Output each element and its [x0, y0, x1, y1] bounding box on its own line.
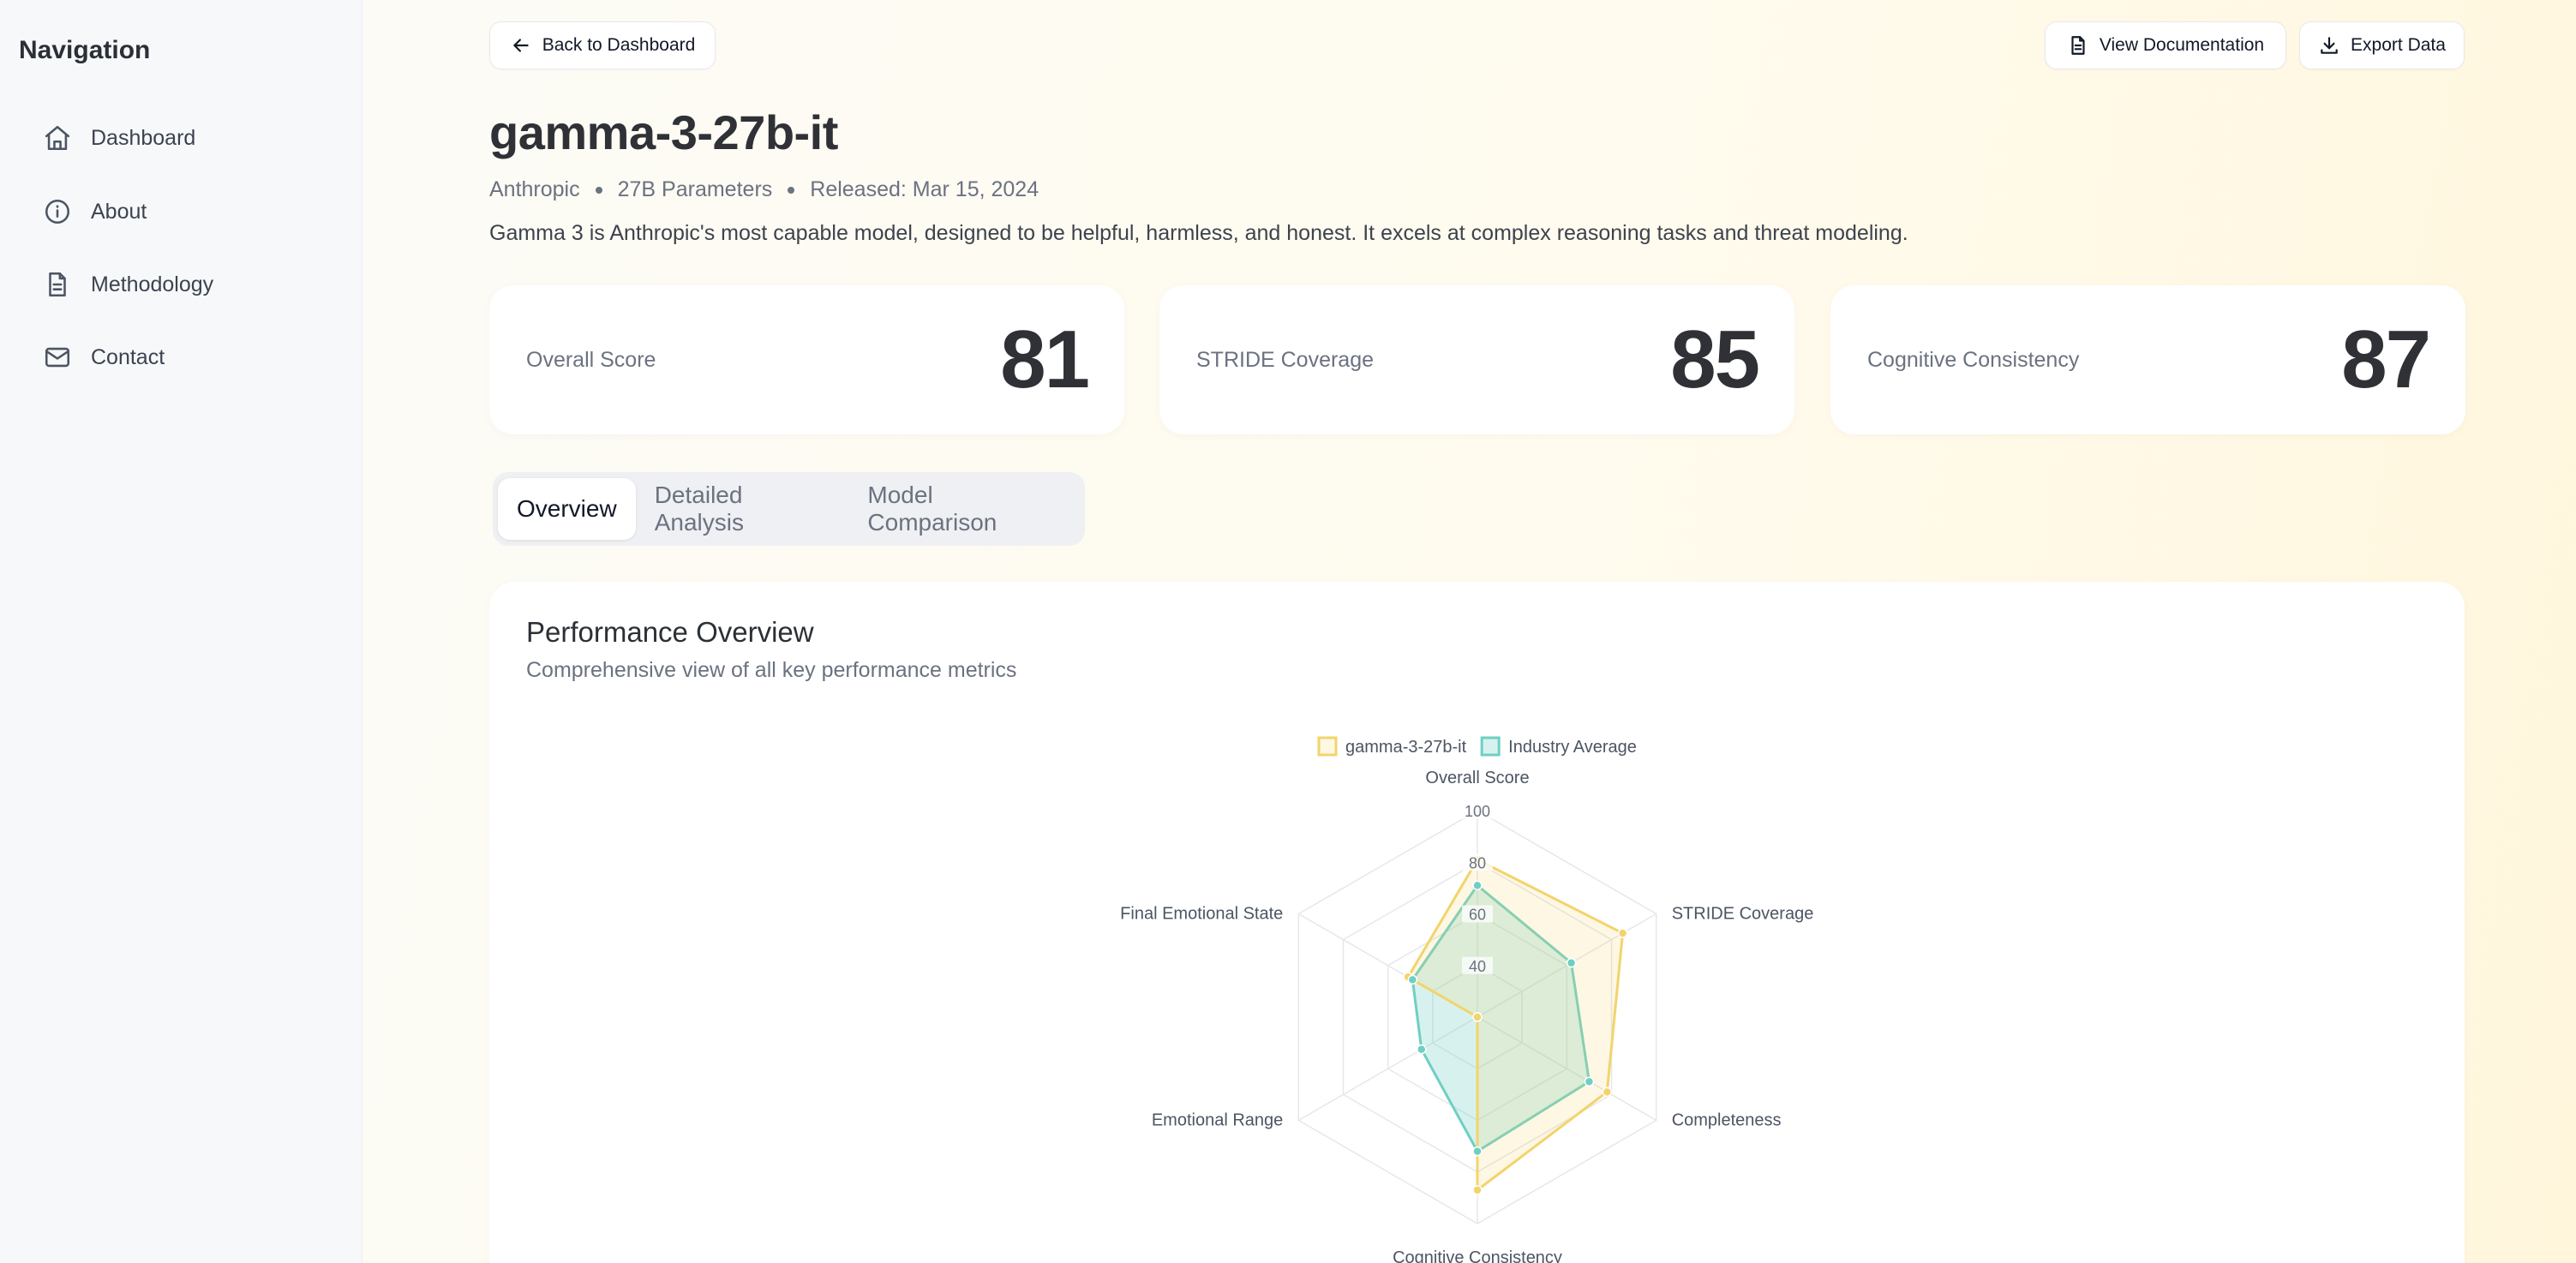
radar-chart: 40 60 80 100 Overall Score STRIDE Coverage Com… — [1120, 736, 1814, 1263]
mail-icon — [45, 347, 70, 368]
model-meta: Anthropic 27B Parameters Released: Mar 1… — [489, 177, 1039, 202]
score-label: Cognitive Consistency — [1867, 347, 2080, 372]
page-title: gamma-3-27b-it — [489, 105, 838, 159]
radar-axis-label: Overall Score — [1425, 769, 1529, 787]
export-data-button[interactable]: Export Data — [2299, 21, 2465, 69]
sidebar-item-label: Methodology — [91, 272, 214, 296]
sidebar-item-about[interactable]: About — [43, 190, 334, 233]
radar-axis-label: Final Emotional State — [1120, 905, 1283, 924]
radar-data-point — [1417, 1044, 1427, 1055]
radar-tick-label: 100 — [1465, 803, 1490, 820]
radar-data-point — [1602, 1086, 1613, 1098]
tab-overview[interactable]: Overview — [498, 478, 636, 540]
radar-axis-label: Emotional Range — [1152, 1111, 1283, 1130]
sidebar-item-label: About — [91, 199, 147, 224]
sidebar-item-label: Dashboard — [91, 125, 196, 150]
back-to-dashboard-button[interactable]: Back to Dashboard — [489, 21, 716, 69]
radar-data-point — [1472, 1146, 1483, 1157]
legend-label: gamma-3-27b-it — [1345, 738, 1467, 757]
radar-tick-label: 80 — [1469, 854, 1486, 871]
separator-dot — [788, 186, 795, 194]
radar-tick-label: 60 — [1469, 907, 1486, 924]
sidebar-item-dashboard[interactable]: Dashboard — [43, 117, 334, 159]
separator-dot — [595, 186, 602, 194]
overall-score-card: Overall Score 81 — [489, 285, 1124, 434]
sidebar-item-methodology[interactable]: Methodology — [43, 263, 334, 306]
radar-axis-label: Cognitive Consistency — [1393, 1248, 1562, 1263]
sidebar: Navigation Dashboard About Methodology C… — [0, 0, 362, 1263]
score-label: STRIDE Coverage — [1196, 347, 1375, 372]
radar-data-point — [1407, 974, 1418, 985]
radar-axis-label: Completeness — [1672, 1111, 1782, 1130]
stride-coverage-card: STRIDE Coverage 85 — [1159, 285, 1794, 434]
performance-overview-panel: Performance Overview Comprehensive view … — [489, 582, 2465, 1263]
radar-data-point — [1617, 928, 1628, 938]
radar-axis-label: STRIDE Coverage — [1672, 905, 1814, 924]
sidebar-title: Navigation — [19, 36, 151, 64]
sidebar-item-contact[interactable]: Contact — [43, 336, 334, 379]
info-icon — [45, 199, 70, 224]
legend-label: Industry Average — [1508, 738, 1637, 757]
provider-text: Anthropic — [489, 177, 580, 201]
arrow-left-icon — [513, 39, 529, 52]
radar-data-point — [1472, 1185, 1483, 1195]
legend-swatch — [1480, 736, 1501, 757]
document-icon — [2071, 36, 2085, 55]
radar-data-point — [1472, 880, 1483, 891]
sidebar-item-label: Contact — [91, 344, 165, 369]
document-icon — [49, 272, 66, 297]
radar-data-point — [1566, 957, 1577, 968]
radar-data-point — [1584, 1076, 1595, 1087]
released-text: Released: Mar 15, 2024 — [810, 177, 1039, 201]
score-value: 81 — [1000, 314, 1090, 405]
radar-data-point — [1472, 1012, 1483, 1022]
parameters-text: 27B Parameters — [617, 177, 773, 201]
export-data-label: Export Data — [2351, 35, 2446, 55]
score-value: 87 — [2341, 314, 2431, 405]
tab-list: Overview Detailed Analysis Model Compari… — [493, 472, 1085, 546]
tab-model-comparison[interactable]: Model Comparison — [848, 478, 1080, 540]
score-label: Overall Score — [526, 347, 656, 372]
back-to-dashboard-label: Back to Dashboard — [542, 35, 696, 55]
view-documentation-label: View Documentation — [2099, 35, 2265, 55]
view-documentation-button[interactable]: View Documentation — [2045, 21, 2286, 69]
legend-swatch — [1317, 736, 1338, 757]
tab-detailed-analysis[interactable]: Detailed Analysis — [636, 478, 849, 540]
score-value: 85 — [1670, 314, 1760, 405]
cognitive-consistency-card: Cognitive Consistency 87 — [1830, 285, 2465, 434]
download-icon — [2321, 37, 2338, 54]
model-description: Gamma 3 is Anthropic's most capable mode… — [489, 221, 1908, 245]
home-icon — [45, 125, 70, 151]
radar-tick-label: 40 — [1469, 958, 1486, 975]
